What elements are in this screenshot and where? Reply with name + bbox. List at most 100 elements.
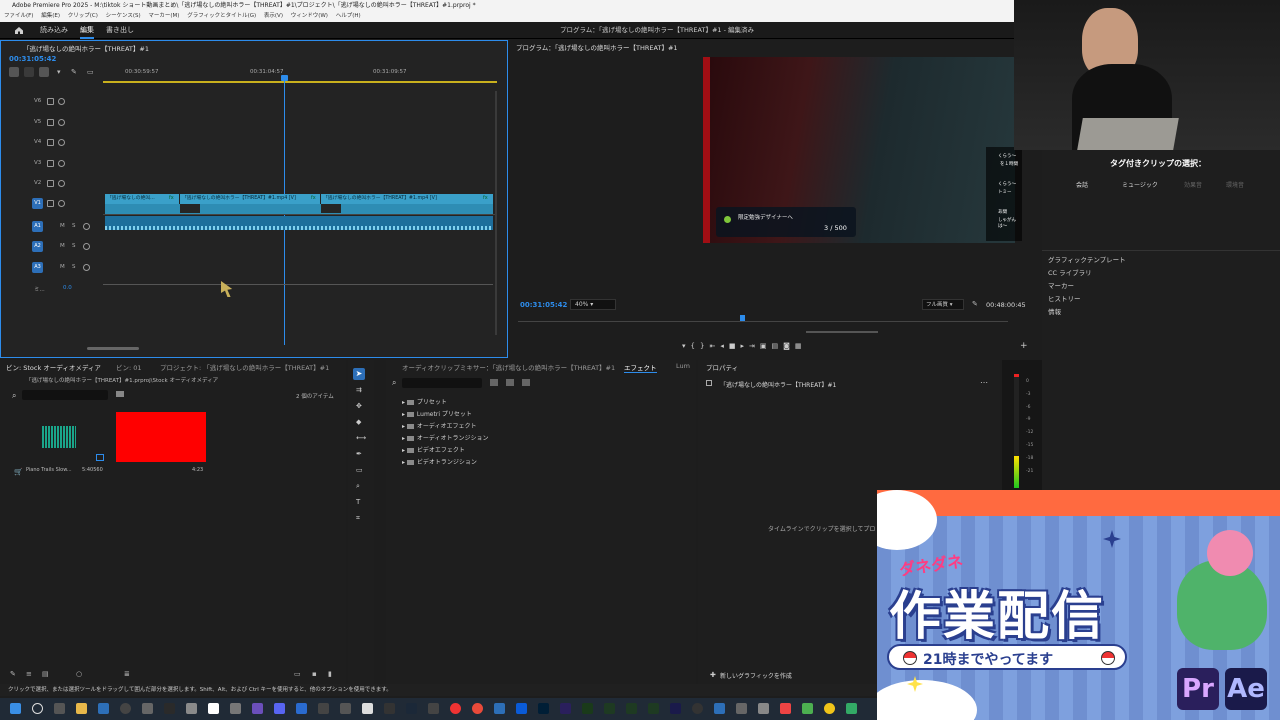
bin-search-input[interactable] [22,390,108,400]
add-button-icon[interactable]: + [1020,341,1028,351]
search-icon[interactable]: ⌕ [12,391,16,401]
filter-sfx[interactable]: 効果音 [1184,180,1202,189]
accelerated-effects-icon[interactable] [490,379,498,386]
search-icon[interactable]: ⌕ [392,378,396,388]
razor-tool-icon[interactable]: ◆ [356,418,361,426]
snap-icon[interactable] [9,67,19,77]
sync-icon[interactable] [47,139,54,146]
video-clip[interactable]: 「逃げ場なしの絶叫ホラー【THREAT】#1.mp4 [V] [180,194,320,204]
search-icon[interactable] [32,703,43,714]
type-tool-icon[interactable]: T [356,498,360,506]
timeline-tab[interactable]: 「逃げ場なしの絶叫ホラー【THREAT】#1 [23,43,149,53]
start-icon[interactable] [10,703,21,714]
filter-music[interactable]: ミュージック [1122,180,1158,189]
eye-icon[interactable] [58,160,65,167]
app-icon[interactable] [362,703,373,714]
goto-out-icon[interactable]: ⇥ [749,342,760,350]
new-graphic-button[interactable]: 新しいグラフィックを作成 [720,671,792,680]
sort-icon[interactable]: ≣ [124,670,130,678]
app-icon[interactable] [208,703,219,714]
marker-add-icon[interactable] [39,67,49,77]
app-icon[interactable] [296,703,307,714]
lift-icon[interactable]: ▣ [760,342,772,350]
workspace-import[interactable]: 読み込み [40,22,68,39]
eye-icon[interactable] [58,119,65,126]
video-clip[interactable]: 「逃げ場なしの絶叫... [105,194,179,204]
marker-icon[interactable]: ▾ [682,342,691,350]
app-icon[interactable] [692,703,703,714]
menu-file[interactable]: ファイル(F) [4,13,33,19]
folder-lumetri-presets[interactable]: ▸ Lumetri プリセット [402,409,472,418]
folder-audio-transitions[interactable]: ▸ オーディオトランジション [402,433,489,442]
caption-icon[interactable]: ▭ [87,68,94,76]
mute-button[interactable]: M [60,223,65,229]
solo-button[interactable]: S [72,243,76,249]
compare-icon[interactable]: ▦ [795,342,807,350]
app-icon[interactable] [142,703,153,714]
panel-info[interactable]: 情報 [1048,306,1061,316]
menu-graphics[interactable]: グラフィックとタイトル(G) [187,13,256,19]
bin-tab-stock[interactable]: ビン: Stock オーディオメディア [6,362,101,372]
properties-tab[interactable]: プロパティ [706,362,738,372]
new-item-icon[interactable]: ▪ [312,670,317,678]
panel-markers[interactable]: マーカー [1048,280,1074,290]
timeline-hscroll[interactable] [87,347,139,350]
new-bin-icon[interactable] [116,391,124,397]
more-options-icon[interactable]: ⋯ [980,378,988,387]
app-icon[interactable] [230,703,241,714]
video-clip[interactable]: 「逃げ場なしの絶叫ホラー【THREAT】#1.mp4 [V] [321,194,493,204]
extract-icon[interactable]: ▤ [771,342,783,350]
mic-icon[interactable] [83,223,90,230]
yuv-effects-icon[interactable] [522,379,530,386]
step-forward-icon[interactable]: ▸ [740,342,749,350]
menu-help[interactable]: ヘルプ(H) [336,13,361,19]
filter-dialogue[interactable]: 会話 [1076,180,1088,189]
trash-icon[interactable]: ▮ [328,670,332,678]
app-icon[interactable] [340,703,351,714]
ripple-tool-icon[interactable]: ✥ [356,402,362,410]
app-icon[interactable] [846,703,857,714]
menu-edit[interactable]: 編集(E) [41,13,60,19]
folder-video-transitions[interactable]: ▸ ビデオトランジション [402,457,477,466]
sync-icon[interactable] [47,180,54,187]
track-target-a2[interactable]: A2 [32,241,43,252]
menu-window[interactable]: ウィンドウ(W) [291,13,328,19]
step-back-icon[interactable]: ◂ [720,342,729,350]
app-icon[interactable] [98,703,109,714]
track-target-a3[interactable]: A3 [32,262,43,273]
pencil-icon[interactable]: ✎ [10,670,16,678]
bin-tab-01[interactable]: ビン: 01 [116,362,142,372]
sync-icon[interactable] [47,98,54,105]
quality-select[interactable]: フル画質 ▾ [922,299,964,310]
folder-presets[interactable]: ▸ プリセット [402,397,447,406]
track-target-v1[interactable]: V1 [32,198,43,209]
workspace-edit[interactable]: 編集 [80,22,94,39]
stop-icon[interactable]: ■ [729,342,741,350]
folder-audio-effects[interactable]: ▸ オーディオエフェクト [402,421,477,430]
track-select-tool-icon[interactable]: ⇉ [356,386,362,394]
mic-icon[interactable] [83,264,90,271]
project-tab[interactable]: プロジェクト: 「逃げ場なしの絶叫ホラー【THREAT】#1 [160,362,329,372]
photoshop-icon[interactable] [538,703,549,714]
effects-tab[interactable]: エフェクト [624,362,657,373]
in-point-icon[interactable]: { [691,342,700,350]
app-icon[interactable] [164,703,175,714]
sync-icon[interactable] [47,119,54,126]
sync-icon[interactable] [47,200,54,207]
goto-in-icon[interactable]: ⇤ [709,342,720,350]
time-ruler[interactable]: 00:30:59:57 00:31:04:57 00:31:09:57 [103,67,497,83]
app-icon[interactable] [450,703,461,714]
slip-tool-icon[interactable]: ⟷ [356,434,366,442]
mute-button[interactable]: M [60,264,65,270]
eye-icon[interactable] [58,139,65,146]
app-icon[interactable] [758,703,769,714]
app-icon[interactable] [120,703,131,714]
menu-clip[interactable]: クリップ(C) [68,13,98,19]
discord-icon[interactable] [274,703,285,714]
menu-sequence[interactable]: シーケンス(S) [106,13,141,19]
pen-tool-icon[interactable]: ✒ [356,450,362,458]
menu-marker[interactable]: マーカー(M) [148,13,179,19]
list-view-icon[interactable]: ≡ [26,670,32,678]
program-playhead[interactable] [740,315,745,321]
app-icon[interactable] [736,703,747,714]
